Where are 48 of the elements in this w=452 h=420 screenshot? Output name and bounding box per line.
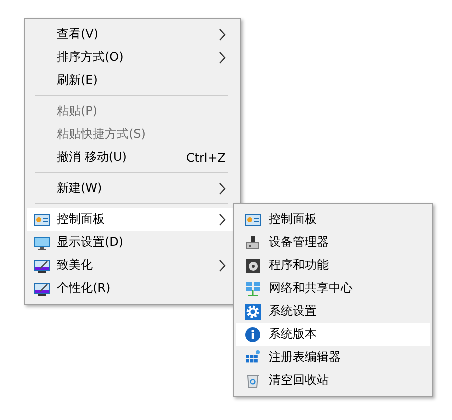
info-icon	[244, 326, 260, 342]
menu-item[interactable]: 排序方式(O)	[27, 46, 238, 69]
menu-item-label: 显示设置(D)	[57, 234, 125, 251]
menu-item-label: 程序和功能	[269, 257, 330, 274]
menu-item[interactable]: 控制面板	[236, 208, 430, 231]
menu-item-label: 个性化(R)	[57, 280, 112, 297]
shortcut-label: Ctrl+Z	[186, 150, 226, 164]
menu-item-label: 注册表编辑器	[269, 349, 342, 366]
menu-item-label: 粘贴快捷方式(S)	[57, 126, 147, 143]
menu-item-label: 查看(V)	[57, 26, 100, 43]
recycle-bin-icon	[244, 372, 260, 388]
menu-item[interactable]: 个性化(R)	[27, 277, 238, 300]
menu-item-label: 系统设置	[269, 303, 318, 320]
control-panel-icon	[34, 212, 50, 228]
monitor-brush-icon	[34, 258, 50, 274]
menu-item[interactable]: 致美化	[27, 254, 238, 277]
device-icon	[244, 234, 260, 250]
menu-item[interactable]: 刷新(E)	[27, 69, 238, 92]
menu-item[interactable]: 注册表编辑器	[236, 346, 430, 369]
menu-item-label: 排序方式(O)	[57, 49, 125, 66]
menu-item[interactable]: 网络和共享中心	[236, 277, 430, 300]
monitor-icon	[34, 234, 50, 250]
menu-item[interactable]: 撤消 移动(U) Ctrl+Z	[27, 146, 238, 169]
menu-item[interactable]: 系统版本	[236, 323, 430, 346]
menu-item-label: 刷新(E)	[57, 72, 99, 89]
menu-item[interactable]: 查看(V)	[27, 23, 238, 46]
menu-item-label: 控制面板	[269, 211, 318, 228]
network-icon	[244, 280, 260, 296]
settings-icon	[244, 304, 260, 320]
menu-item[interactable]: 清空回收站	[236, 369, 430, 392]
menu-item-label: 网络和共享中心	[269, 280, 354, 297]
control-panel-icon	[244, 212, 260, 228]
menu-item[interactable]: 新建(W)	[27, 177, 238, 200]
menu-item-label: 设备管理器	[269, 234, 330, 251]
menu-item-label: 控制面板	[57, 211, 106, 228]
menu-item[interactable]: 显示设置(D)	[27, 231, 238, 254]
menu-item[interactable]: 设备管理器	[236, 231, 430, 254]
menu-item-label: 撤消 移动(U)	[57, 149, 128, 166]
disc-box-icon	[244, 258, 260, 274]
menu-item[interactable]: 程序和功能	[236, 254, 430, 277]
menu-item-label: 致美化	[57, 257, 94, 274]
menu-item-label: 新建(W)	[57, 180, 104, 197]
menu-item-label: 系统版本	[269, 326, 318, 343]
monitor-brush-icon	[34, 280, 50, 296]
menu-item[interactable]: 系统设置	[236, 300, 430, 323]
menu-item-label: 粘贴(P)	[57, 103, 99, 120]
grid-cubes-icon	[244, 350, 260, 366]
menu-item-label: 清空回收站	[269, 372, 330, 389]
